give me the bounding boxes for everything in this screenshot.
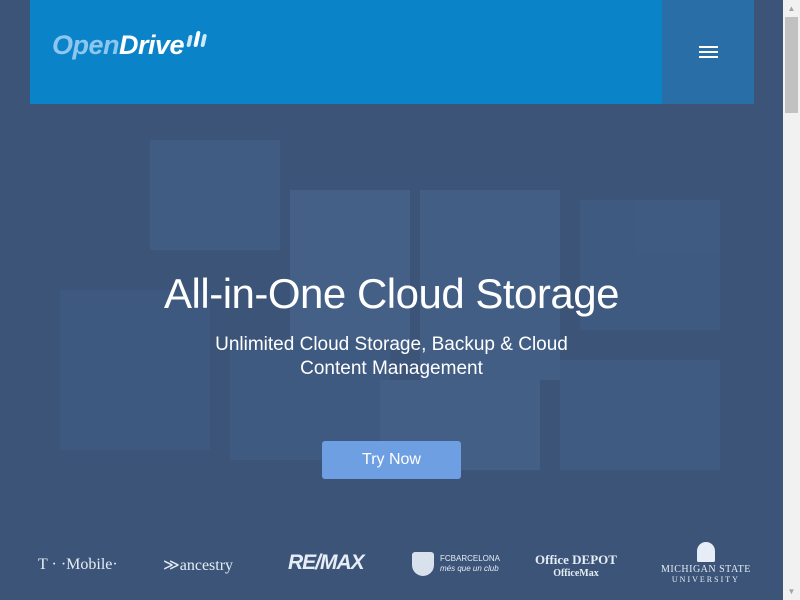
officedepot-line2: OfficeMax: [553, 568, 599, 579]
msu-line2: UNIVERSITY: [671, 575, 740, 584]
client-logos: T · ·Mobile· ≫ancestry RE/MAX FCBARCELON…: [0, 540, 783, 590]
hero-subtitle-line2: Content Management: [300, 358, 483, 379]
hero-title: All-in-One Cloud Storage: [164, 270, 619, 317]
spartan-helmet-icon: [696, 542, 715, 562]
logo-text: OpenDrive: [52, 30, 185, 61]
ancestry-logo-text: ancestry: [179, 557, 234, 574]
michigan-state-logo: MICHIGAN STATE UNIVERSITY: [661, 542, 751, 584]
fcb-line2: més que un club: [440, 564, 499, 573]
hero-subtitle-line1: Unlimited Cloud Storage, Backup & Cloud: [215, 334, 568, 355]
logo-text-drive: Drive: [119, 30, 185, 60]
msu-line1: MICHIGAN STATE: [661, 564, 751, 575]
fcbarcelona-logo: FCBARCELONA més que un club: [412, 552, 500, 576]
collage-tile: [150, 140, 280, 250]
ancestry-logo: ≫ancestry: [163, 557, 234, 574]
officedepot-line1: Office DEPOT: [535, 552, 617, 567]
logo-text-open: Open: [52, 30, 120, 60]
fcb-crest-icon: [412, 552, 434, 576]
fcb-line1: FCBARCELONA: [440, 554, 501, 563]
scrollbar-thumb[interactable]: [785, 17, 798, 113]
remax-logo: RE/MAX: [288, 551, 365, 574]
officedepot-logo: Office DEPOT OfficeMax: [535, 552, 617, 579]
hamburger-menu-icon: [698, 43, 718, 61]
menu-button[interactable]: [662, 0, 754, 104]
site-header: OpenDrive: [30, 0, 754, 104]
try-now-button[interactable]: Try Now: [322, 441, 461, 479]
tmobile-logo: T · ·Mobile·: [38, 556, 118, 573]
hero-subtitle: Unlimited Cloud Storage, Backup & Cloud …: [0, 333, 783, 381]
fcb-text: FCBARCELONA més que un club: [440, 554, 500, 574]
page: OpenDrive All-in-One Cloud Storage Unlim…: [0, 0, 783, 600]
scroll-down-arrow-icon[interactable]: ▼: [783, 583, 800, 600]
opendrive-logo[interactable]: OpenDrive: [52, 30, 208, 61]
scroll-up-arrow-icon[interactable]: ▲: [783, 0, 800, 17]
logo-signal-icon: [186, 31, 208, 47]
vertical-scrollbar[interactable]: ▲ ▼: [783, 0, 800, 600]
